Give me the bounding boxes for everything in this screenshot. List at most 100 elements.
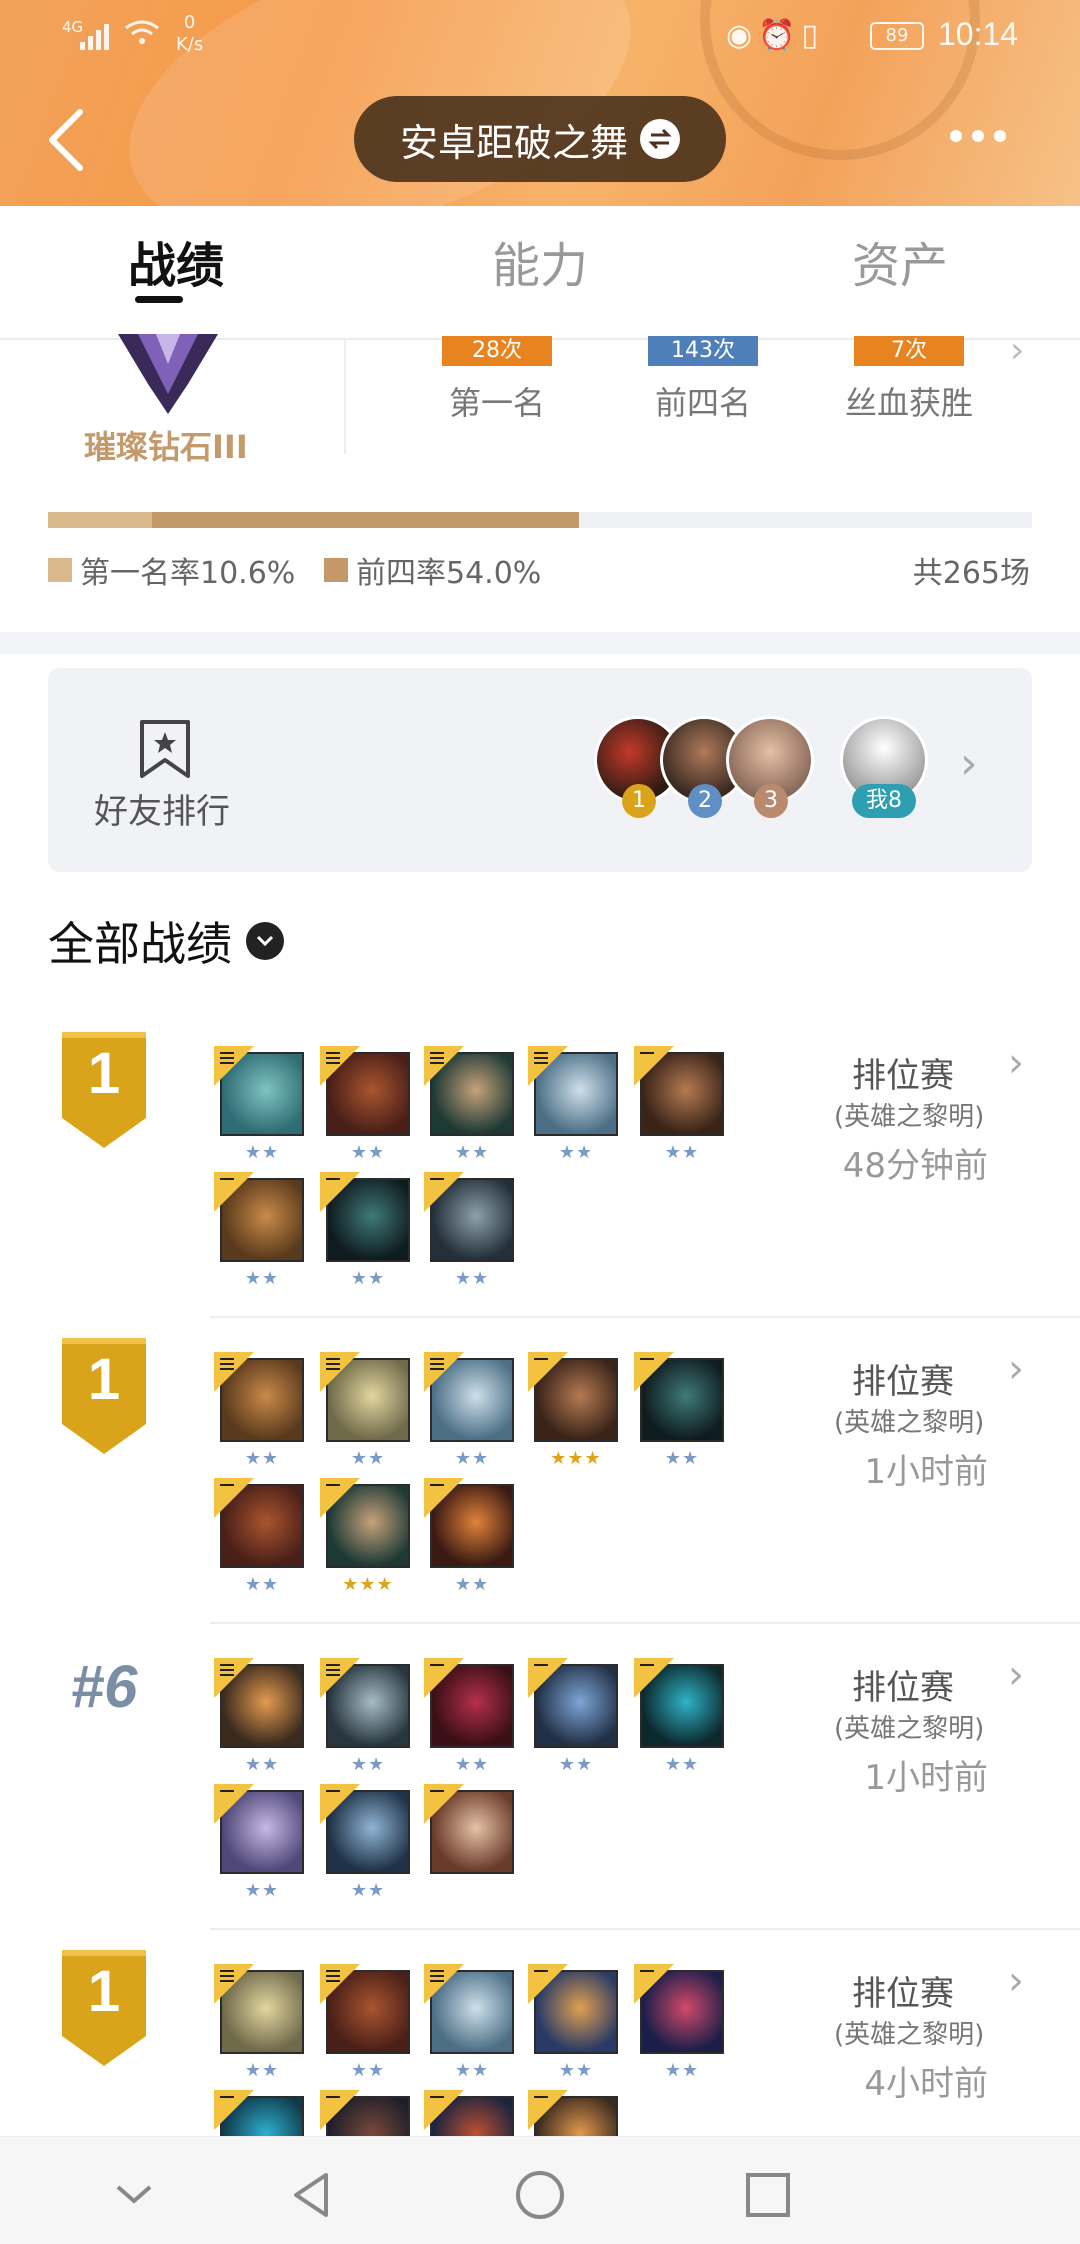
- speed-unit: K/s: [176, 34, 204, 55]
- champion-portrait: [424, 1784, 514, 1874]
- top-four-count: 143次: [648, 336, 758, 366]
- star-level: ★★★: [550, 1448, 602, 1469]
- match-row[interactable]: #6 ★★ ★★ ★★ ★★ ★★ ★★ ★★ 排位赛 (英雄之黎明) 1小时前 ›: [0, 1624, 1080, 1930]
- bookmark-star-icon: [140, 720, 190, 778]
- tab-records[interactable]: 战绩: [128, 226, 224, 296]
- star-level: ★★: [558, 2060, 594, 2081]
- more-options-icon[interactable]: [950, 130, 1006, 142]
- match-row[interactable]: 1 ★★ ★★ ★★ ★★ ★★ ★★ ★★ ★★ 排位赛 (英雄之黎明) 48分钟前 ›: [0, 1012, 1080, 1318]
- back-arrow-icon[interactable]: [44, 108, 88, 172]
- champion-portrait: ★★: [424, 1658, 514, 1775]
- top-four-label: 前四名: [654, 384, 751, 422]
- friend-ranking-card[interactable]: 好友排行 1 2 3 我8 ›: [48, 668, 1032, 872]
- first-rate-fill: [48, 512, 152, 528]
- diamond-rank-emblem-icon: [118, 334, 218, 414]
- status-bar: 4G 0 K/s ◉⏰▯ 89 10:14: [0, 12, 1080, 62]
- friend-rank-badge: 1: [622, 784, 656, 818]
- champion-portrait: ★★: [528, 1658, 618, 1775]
- match-season: (英雄之黎明): [834, 1102, 985, 1132]
- home-circle-icon[interactable]: [512, 2167, 568, 2223]
- star-level: ★★: [454, 1448, 490, 1469]
- champion-portrait: ★★: [634, 1658, 724, 1775]
- star-level: ★★: [454, 1754, 490, 1775]
- champion-portrait: ★★: [320, 1046, 410, 1163]
- tab-ability[interactable]: 能力: [492, 226, 588, 296]
- star-level: ★★: [454, 1142, 490, 1163]
- legend-top4-rate: 前四率54.0%: [324, 548, 541, 592]
- top4-rate-fill: [152, 512, 579, 528]
- close-win-label: 丝血获胜: [844, 384, 973, 422]
- champion-portrait: ★★: [320, 1352, 410, 1469]
- star-level: ★★: [558, 1142, 594, 1163]
- stat-close-win: 7次 丝血获胜: [824, 336, 994, 424]
- star-level: ★★: [350, 1754, 386, 1775]
- records-filter[interactable]: 全部战绩: [48, 908, 284, 974]
- star-level: ★★: [244, 1574, 280, 1595]
- stat-first-place: 28次 第一名: [412, 336, 582, 424]
- star-level: ★★: [664, 1142, 700, 1163]
- champion-portrait: ★★★: [528, 1352, 618, 1469]
- champion-portrait: ★★: [528, 1964, 618, 2081]
- chevron-down-icon: [246, 922, 284, 960]
- match-row[interactable]: 1 ★★ ★★ ★★ ★★★ ★★ ★★ ★★★ ★★ 排位赛 (英雄之黎明) 1小时前 ›: [0, 1318, 1080, 1624]
- account-switch-button[interactable]: 安卓距破之舞: [354, 96, 726, 182]
- star-level: ★★: [454, 1574, 490, 1595]
- vibrate-icon: ▯: [801, 18, 825, 53]
- header: 4G 0 K/s ◉⏰▯ 89 10:14 安卓距破之舞: [0, 0, 1080, 206]
- champion-portrait: ★★: [214, 1658, 304, 1775]
- champion-portrait: ★★: [634, 1352, 724, 1469]
- star-level: ★★: [350, 1268, 386, 1289]
- champion-portrait: ★★: [424, 1478, 514, 1595]
- legend-first-rate: 第一名率10.6%: [48, 548, 295, 592]
- star-level: ★★: [244, 1448, 280, 1469]
- champion-portrait: ★★: [320, 1964, 410, 2081]
- match-time-ago: 4小时前: [864, 2064, 988, 2104]
- tab-assets[interactable]: 资产: [852, 226, 948, 296]
- champion-portrait: ★★: [424, 1172, 514, 1289]
- star-level: ★★: [244, 1268, 280, 1289]
- star-level: ★★: [664, 1754, 700, 1775]
- champion-portrait: ★★: [424, 1352, 514, 1469]
- champion-portrait: ★★: [320, 1784, 410, 1901]
- first-rate-label: 第一名率10.6%: [80, 556, 296, 591]
- star-level: ★★: [244, 1880, 280, 1901]
- chevron-right-icon[interactable]: ›: [960, 738, 978, 789]
- recents-square-icon[interactable]: [740, 2167, 796, 2223]
- signal-icon: [80, 20, 114, 50]
- champion-portrait: ★★: [214, 1172, 304, 1289]
- back-triangle-icon[interactable]: [284, 2167, 340, 2223]
- rank-tier: 璀璨钻石III: [84, 428, 248, 466]
- hide-nav-icon[interactable]: [106, 2167, 162, 2223]
- network-speed: 0 K/s: [176, 12, 203, 56]
- chevron-right-icon[interactable]: ›: [1008, 1652, 1024, 1698]
- star-level: ★★: [350, 1880, 386, 1901]
- chevron-right-icon[interactable]: ›: [1008, 1958, 1024, 2004]
- total-games: 共265场: [912, 556, 1030, 591]
- rate-progress-bar: [48, 512, 1032, 528]
- match-placement: #6: [70, 1653, 138, 1720]
- tab-bar: 战绩 能力 资产: [0, 206, 1080, 340]
- tab-indicator: [135, 296, 183, 303]
- match-season: (英雄之黎明): [834, 1408, 985, 1438]
- match-mode: 排位赛: [852, 1362, 954, 1402]
- chevron-right-icon[interactable]: ›: [1008, 1346, 1024, 1392]
- star-level: ★★: [350, 2060, 386, 2081]
- chevron-right-icon[interactable]: ›: [1008, 1040, 1024, 1086]
- chevron-right-icon[interactable]: ›: [1010, 330, 1024, 371]
- wifi-icon: [124, 18, 160, 56]
- match-placement: 1: [87, 1347, 121, 1412]
- friend-ranking-label: 好友排行: [94, 792, 230, 832]
- champion-portrait: ★★: [424, 1046, 514, 1163]
- star-level: ★★: [558, 1754, 594, 1775]
- account-name: 安卓距破之舞: [399, 120, 628, 165]
- champion-portrait: ★★: [214, 1964, 304, 2081]
- match-placement: 1: [87, 1959, 121, 2024]
- match-time-ago: 1小时前: [864, 1758, 988, 1798]
- clock: 10:14: [938, 16, 1019, 52]
- match-mode: 排位赛: [852, 1056, 954, 1096]
- champion-portrait: ★★: [320, 1172, 410, 1289]
- match-mode: 排位赛: [852, 1668, 954, 1708]
- match-placement: 1: [87, 1041, 121, 1106]
- champion-portrait: ★★★: [320, 1478, 410, 1595]
- match-mode: 排位赛: [852, 1974, 954, 2014]
